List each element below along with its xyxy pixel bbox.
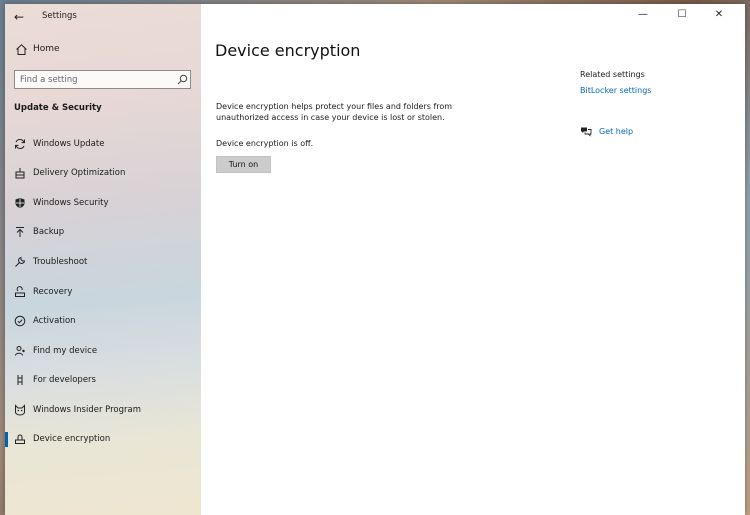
search-input[interactable] <box>14 70 191 89</box>
main-content: — ☐ ✕ Device encryption Device encryptio… <box>201 4 745 515</box>
encryption-status: Device encryption is off. <box>216 139 314 148</box>
sidebar-item-windows-insider-program[interactable]: Windows Insider Program <box>5 400 201 422</box>
sidebar-item-delivery-optimization[interactable]: Delivery Optimization <box>5 163 201 185</box>
selection-indicator <box>5 432 8 447</box>
sidebar: ← Settings Home Update & Security Window… <box>5 4 201 515</box>
home-icon <box>16 44 27 55</box>
sidebar-item-troubleshoot[interactable]: Troubleshoot <box>5 252 201 274</box>
back-arrow-icon: ← <box>13 10 25 24</box>
sidebar-item-label: Windows Insider Program <box>33 405 142 415</box>
sidebar-item-label: Backup <box>33 227 65 237</box>
refresh-icon <box>15 139 25 149</box>
close-button[interactable]: ✕ <box>712 8 726 22</box>
sidebar-item-label: For developers <box>33 375 96 385</box>
shield-icon <box>15 198 25 208</box>
home-nav-item[interactable]: Home <box>13 42 193 58</box>
wrench-icon <box>15 256 26 267</box>
get-help-link[interactable]: Get help <box>599 127 633 136</box>
sidebar-item-windows-update[interactable]: Windows Update <box>5 134 201 156</box>
sidebar-item-activation[interactable]: Activation <box>5 311 201 333</box>
insider-cat-icon <box>15 404 25 416</box>
sidebar-item-windows-security[interactable]: Windows Security <box>5 193 201 215</box>
page-title: Device encryption <box>215 41 361 60</box>
backup-arrow-icon <box>16 227 24 237</box>
related-settings-heading: Related settings <box>580 70 645 79</box>
back-button[interactable]: ← <box>11 9 27 25</box>
description-text: Device encryption helps protect your fil… <box>216 102 453 122</box>
settings-window: ← Settings Home Update & Security Window… <box>5 4 745 515</box>
search-icon[interactable] <box>177 74 188 85</box>
sidebar-item-label: Windows Update <box>33 139 105 149</box>
maximize-button[interactable]: ☐ <box>675 8 689 22</box>
recovery-icon <box>15 286 25 297</box>
sidebar-item-recovery[interactable]: Recovery <box>5 282 201 304</box>
app-title: Settings <box>42 11 77 21</box>
sidebar-item-label: Device encryption <box>33 434 111 444</box>
home-label: Home <box>33 44 60 54</box>
drive-icon <box>15 434 25 444</box>
sidebar-item-label: Troubleshoot <box>33 257 88 267</box>
person-pin-icon <box>15 346 25 356</box>
sidebar-item-label: Recovery <box>33 287 73 297</box>
sidebar-item-for-developers[interactable]: For developers <box>5 370 201 392</box>
turn-on-button[interactable]: Turn on <box>216 156 271 173</box>
sidebar-item-backup[interactable]: Backup <box>5 222 201 244</box>
section-title: Update & Security <box>14 103 102 113</box>
sidebar-item-label: Delivery Optimization <box>33 168 126 178</box>
sidebar-item-device-encryption[interactable]: Device encryption <box>5 429 201 451</box>
sidebar-item-label: Find my device <box>33 346 98 356</box>
sidebar-item-find-my-device[interactable]: Find my device <box>5 341 201 363</box>
bitlocker-settings-link[interactable]: BitLocker settings <box>580 86 651 95</box>
developer-icon <box>17 375 23 385</box>
window-controls: — ☐ ✕ <box>635 4 745 28</box>
sidebar-item-label: Windows Security <box>33 198 109 208</box>
titlebar-left: ← Settings <box>5 4 201 30</box>
sidebar-item-label: Activation <box>33 316 76 326</box>
delivery-icon <box>15 168 25 179</box>
chat-help-icon[interactable] <box>580 126 592 137</box>
minimize-button[interactable]: — <box>636 8 650 22</box>
check-circle-icon <box>14 315 26 327</box>
